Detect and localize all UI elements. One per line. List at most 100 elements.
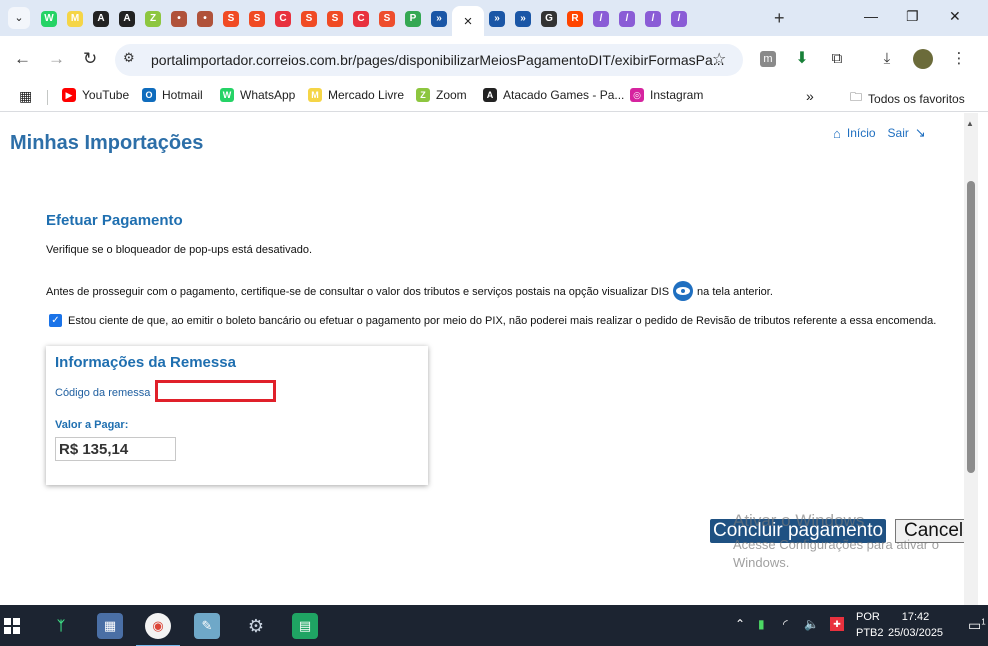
tab-close-icon[interactable]: ×: [464, 13, 473, 30]
bookmark-star-icon[interactable]: ☆: [712, 49, 726, 69]
tab-search-button[interactable]: ⌄: [8, 7, 30, 29]
signal-bars-icon[interactable]: ▮: [758, 617, 765, 631]
browser-tab[interactable]: Z: [140, 6, 166, 32]
chrome-icon[interactable]: ◉: [136, 613, 180, 646]
close-window-button[interactable]: ✕: [949, 8, 961, 25]
browser-tab[interactable]: /: [588, 6, 614, 32]
extensions-puzzle-icon[interactable]: ⧉: [829, 51, 845, 67]
notepad-icon[interactable]: ✎: [194, 613, 220, 639]
url-text[interactable]: portalimportador.correios.com.br/pages/d…: [151, 52, 724, 68]
bookmark-label: Atacado Games - Pa...: [503, 88, 625, 102]
browser-tab[interactable]: R: [562, 6, 588, 32]
bookmarks-separator: [47, 90, 48, 105]
browser-tab[interactable]: S: [244, 6, 270, 32]
tab-strip: W M A A Z • • S S C S S C S P» ×»» G R / / / /: [36, 6, 692, 36]
active-tab[interactable]: ×: [452, 6, 484, 36]
bookmark-whatsapp[interactable]: W WhatsApp: [220, 88, 295, 102]
wifi-icon[interactable]: ◜: [783, 617, 788, 631]
page-scrollbar[interactable]: ▲: [964, 113, 978, 605]
shop-icon: S: [327, 11, 343, 27]
browser-tab[interactable]: »: [426, 6, 452, 32]
menu-kebab-icon[interactable]: ⋮: [951, 51, 967, 67]
minimize-button[interactable]: —: [864, 8, 878, 24]
bookmark-label: Zoom: [436, 88, 467, 102]
site-info-icon[interactable]: ⚙: [123, 50, 135, 66]
input-language[interactable]: POR PTB2: [856, 609, 884, 641]
shop-icon: S: [249, 11, 265, 27]
calculator-icon[interactable]: ▦: [97, 613, 123, 639]
browser-tab[interactable]: »: [510, 6, 536, 32]
tray-chevron-up-icon[interactable]: ⌃: [735, 617, 745, 631]
browser-tab[interactable]: /: [640, 6, 666, 32]
browser-tab[interactable]: S: [296, 6, 322, 32]
windows-start-icon[interactable]: [4, 618, 20, 634]
bookmark-label: WhatsApp: [240, 88, 296, 102]
browser-tab[interactable]: W: [36, 6, 62, 32]
sheets-icon[interactable]: ▤: [292, 613, 318, 639]
exit-link[interactable]: Sair: [888, 126, 909, 140]
browser-tab[interactable]: S: [322, 6, 348, 32]
browser-tab[interactable]: S: [374, 6, 400, 32]
browser-tab[interactable]: S: [218, 6, 244, 32]
extension-m-icon[interactable]: m: [760, 51, 776, 67]
feather-icon: /: [619, 11, 635, 27]
browser-tab[interactable]: »: [484, 6, 510, 32]
browser-tab[interactable]: •: [166, 6, 192, 32]
clock[interactable]: 17:42 25/03/2025: [888, 609, 943, 641]
home-icon[interactable]: ⌂: [833, 126, 841, 141]
bookmark-zoom[interactable]: Z Zoom: [416, 88, 467, 102]
bookmark-youtube[interactable]: ▶ YouTube: [62, 88, 129, 102]
browser-tab[interactable]: A: [88, 6, 114, 32]
shop-icon: S: [223, 11, 239, 27]
browser-tab[interactable]: G: [536, 6, 562, 32]
bookmark-instagram[interactable]: ◎ Instagram: [630, 88, 703, 102]
browser-tab[interactable]: C: [270, 6, 296, 32]
avatar-icon: •: [171, 11, 187, 27]
shipment-code-label: Código da remessa: [55, 387, 151, 399]
popup-notice: Verifique se o bloqueador de pop-ups est…: [46, 244, 313, 256]
agreement-checkbox[interactable]: ✓: [49, 314, 62, 327]
atacado-app-icon[interactable]: ᛉ: [48, 613, 74, 639]
maximize-button[interactable]: ❐: [906, 8, 919, 25]
browser-tab[interactable]: M: [62, 6, 88, 32]
reload-button[interactable]: ↻: [83, 49, 97, 69]
atacado-games-icon: A: [119, 11, 135, 27]
exit-arrow-icon[interactable]: ↘: [915, 125, 926, 141]
more-bookmarks-chevron-icon[interactable]: »: [806, 88, 814, 104]
home-link[interactable]: Início: [847, 126, 876, 140]
bookmark-favicon-icon: M: [308, 88, 322, 102]
bookmark-label: YouTube: [82, 88, 130, 102]
browser-tab[interactable]: /: [666, 6, 692, 32]
profile-avatar[interactable]: [913, 49, 933, 69]
agreement-label: Estou ciente de que, ao emitir o boleto …: [68, 314, 937, 327]
browser-tab[interactable]: C: [348, 6, 374, 32]
settings-gear-icon[interactable]: ⚙: [243, 613, 269, 639]
bookmark-mercado-livre[interactable]: M Mercado Livre: [308, 88, 404, 102]
browser-tab[interactable]: /: [614, 6, 640, 32]
back-button[interactable]: ←: [14, 49, 31, 69]
all-bookmarks-folder[interactable]: 🗀 Todos os favoritos: [850, 88, 965, 109]
browser-tab[interactable]: A: [114, 6, 140, 32]
notification-center-icon[interactable]: ▭1: [968, 617, 986, 634]
apps-grid-icon[interactable]: ▦: [19, 88, 32, 105]
downloads-icon[interactable]: ⤓: [879, 51, 895, 67]
address-bar[interactable]: ⚙ portalimportador.correios.com.br/pages…: [115, 44, 743, 76]
browser-tab[interactable]: •: [192, 6, 218, 32]
bookmark-favicon-icon: W: [220, 88, 234, 102]
scroll-thumb[interactable]: [967, 181, 975, 473]
new-tab-button[interactable]: +: [774, 8, 785, 29]
bookmark-atacado-games-pa[interactable]: A Atacado Games - Pa...: [483, 88, 624, 102]
browser-tab[interactable]: P: [400, 6, 426, 32]
bookmark-hotmail[interactable]: O Hotmail: [142, 88, 203, 102]
scroll-up-arrow-icon[interactable]: ▲: [966, 119, 974, 128]
feather-icon: /: [645, 11, 661, 27]
cart-icon: C: [353, 11, 369, 27]
volume-icon[interactable]: 🔈: [804, 617, 819, 631]
activate-windows-title: Ativar o Windows: [733, 511, 865, 530]
feather-icon: /: [671, 11, 687, 27]
antivirus-tray-icon[interactable]: ✚: [830, 617, 844, 631]
avatar-icon: •: [197, 11, 213, 27]
forward-button[interactable]: →: [48, 49, 65, 69]
download-arrow-extension-icon[interactable]: ⬇: [794, 51, 810, 67]
view-dis-eye-icon[interactable]: [673, 281, 694, 301]
